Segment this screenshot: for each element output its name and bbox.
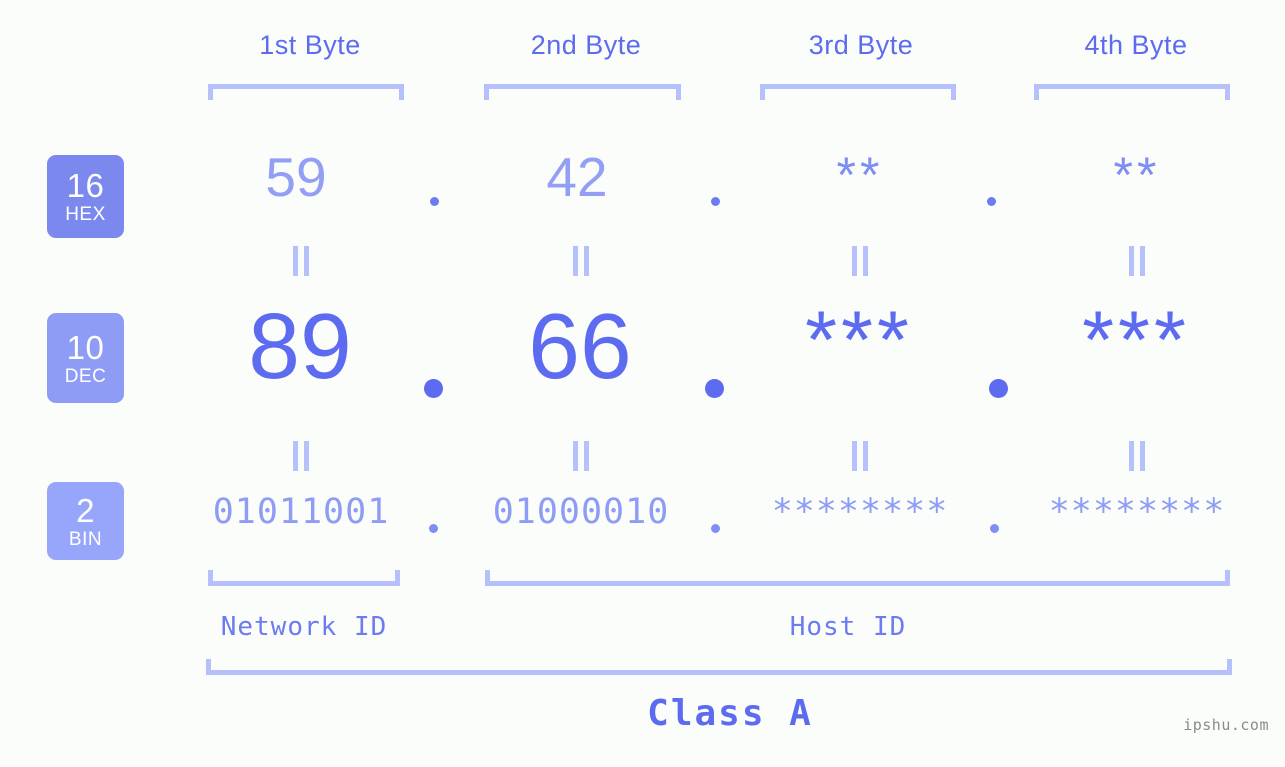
dec-byte-1: 89	[248, 294, 352, 398]
bin-separator-dot-2	[711, 524, 720, 533]
bottom-bracket-network-id	[208, 570, 400, 586]
radix-badge-bin-label: BIN	[68, 528, 103, 550]
bin-separator-dot-3	[990, 524, 999, 533]
byte-header-2: 2nd Byte	[530, 30, 642, 60]
dec-separator-dot-1	[424, 379, 443, 398]
radix-badge-dec: 10 DEC	[47, 313, 124, 403]
hex-byte-4: **	[1113, 147, 1161, 203]
network-id-label: Network ID	[220, 612, 388, 642]
bin-byte-4: ********	[1048, 492, 1226, 532]
equals-bar	[293, 441, 298, 471]
hex-separator-dot-3	[987, 197, 996, 206]
equals-bar	[1140, 246, 1145, 276]
hex-byte-1: 59	[265, 146, 327, 208]
byte-header-1: 1st Byte	[259, 30, 361, 60]
hex-separator-dot-2	[711, 197, 720, 206]
radix-badge-dec-number: 10	[66, 328, 105, 366]
equals-bar	[863, 441, 868, 471]
equals-connector-dec-bin-3	[849, 441, 871, 471]
equals-bar	[584, 441, 589, 471]
equals-bar	[573, 441, 578, 471]
dec-separator-dot-2	[705, 379, 724, 398]
dec-byte-4: ***	[1082, 295, 1190, 386]
top-bracket-byte-3	[760, 84, 956, 100]
radix-badge-hex-number: 16	[66, 167, 105, 204]
bin-separator-dot-1	[429, 524, 438, 533]
equals-connector-hex-dec-2	[570, 246, 592, 276]
bin-byte-1: 01011001	[212, 492, 390, 532]
equals-connector-dec-bin-4	[1126, 441, 1148, 471]
bin-byte-2: 01000010	[492, 492, 670, 532]
top-bracket-byte-1	[208, 84, 404, 100]
equals-bar	[1129, 246, 1134, 276]
ip-byte-breakdown-diagram: 1st Byte 2nd Byte 3rd Byte 4th Byte 16 H…	[0, 0, 1285, 767]
equals-bar	[304, 441, 309, 471]
radix-badge-bin: 2 BIN	[47, 482, 124, 560]
equals-bar	[293, 246, 298, 276]
equals-bar	[852, 246, 857, 276]
equals-connector-hex-dec-3	[849, 246, 871, 276]
dec-separator-dot-3	[989, 379, 1008, 398]
equals-connector-hex-dec-4	[1126, 246, 1148, 276]
bin-byte-3: ********	[771, 492, 949, 532]
top-bracket-byte-2	[484, 84, 681, 100]
radix-badge-bin-number: 2	[76, 491, 95, 529]
class-label: Class A	[647, 693, 813, 734]
radix-badge-dec-label: DEC	[64, 365, 107, 387]
bottom-bracket-host-id	[485, 570, 1230, 586]
equals-connector-dec-bin-2	[570, 441, 592, 471]
hex-separator-dot-1	[430, 197, 439, 206]
equals-bar	[573, 246, 578, 276]
host-id-label: Host ID	[789, 612, 907, 642]
byte-header-3: 3rd Byte	[808, 30, 914, 60]
dec-byte-3: ***	[805, 295, 913, 386]
radix-badge-hex: 16 HEX	[47, 155, 124, 238]
equals-connector-dec-bin-1	[290, 441, 312, 471]
equals-bar	[852, 441, 857, 471]
hex-byte-2: 42	[546, 146, 608, 208]
top-bracket-byte-4	[1034, 84, 1230, 100]
radix-badge-hex-label: HEX	[65, 204, 106, 225]
equals-connector-hex-dec-1	[290, 246, 312, 276]
dec-byte-2: 66	[528, 294, 632, 398]
equals-bar	[584, 246, 589, 276]
equals-bar	[1140, 441, 1145, 471]
bottom-bracket-class	[206, 659, 1232, 675]
byte-header-4: 4th Byte	[1084, 30, 1188, 60]
equals-bar	[1129, 441, 1134, 471]
hex-byte-3: **	[836, 147, 884, 203]
equals-bar	[863, 246, 868, 276]
watermark: ipshu.com	[1183, 716, 1269, 734]
equals-bar	[304, 246, 309, 276]
